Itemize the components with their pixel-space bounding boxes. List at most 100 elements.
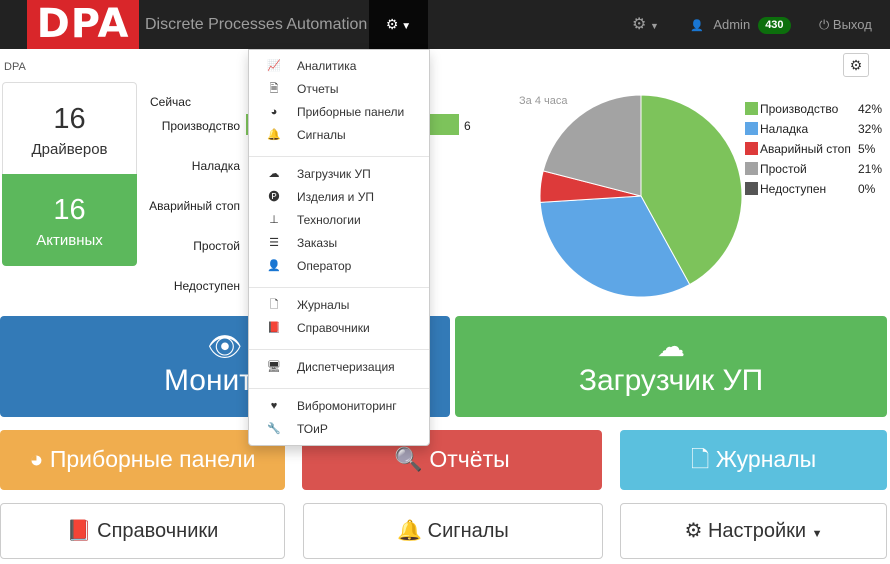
menu-item[interactable]: 🅟 Изделия и УП	[249, 186, 429, 209]
settings-tile[interactable]: ⚙ Настройки ▼	[620, 503, 887, 559]
now-label-unavailable: Недоступен	[173, 279, 240, 293]
bell-icon: 🔔	[267, 129, 281, 141]
menu-item[interactable]: ♥ Вибромониторинг	[249, 395, 429, 418]
menu-item[interactable]: 👤 Оператор	[249, 255, 429, 278]
apps-menu-toggle[interactable]: ⚙ ▼	[369, 0, 428, 49]
drivers-total-label: Драйверов	[31, 141, 108, 158]
menu-divider	[249, 287, 429, 288]
user-icon: 👤	[690, 20, 704, 32]
signals-tile[interactable]: 🔔 Сигналы	[303, 503, 603, 559]
breadcrumb[interactable]: DPA	[4, 61, 26, 73]
panels-label: Приборные панели	[49, 446, 256, 472]
legend-percent: 0%	[858, 182, 876, 196]
now-label-idle: Простой	[193, 239, 240, 253]
cloud-download-icon: ☁	[657, 331, 685, 362]
cogs-icon: ⚙	[385, 16, 399, 32]
menu-item[interactable]: 🔧 ТОиР	[249, 418, 429, 441]
legend-swatch	[745, 182, 758, 195]
menu-item[interactable]: ⊥ Технологии	[249, 209, 429, 232]
menu-item[interactable]: 📕 Справочники	[249, 317, 429, 340]
menu-item-label: Справочники	[297, 321, 370, 335]
gear-icon: ⚙	[632, 16, 647, 33]
logout-link[interactable]: ⏻ Выход	[819, 0, 872, 49]
dictionaries-tile[interactable]: 📕 Справочники	[0, 503, 285, 559]
dpa-logo[interactable]: DPA	[27, 0, 139, 49]
legend-percent: 42%	[858, 102, 883, 116]
now-label-production: Производство	[161, 119, 240, 133]
menu-divider	[249, 349, 429, 350]
legend-item: Наладка 32%	[745, 122, 882, 136]
monitor-icon: 🖥	[267, 361, 281, 373]
legend-percent: 21%	[858, 162, 883, 176]
brand-title[interactable]: Discrete Processes Automation	[145, 0, 367, 49]
caret-down-icon: ▼	[398, 21, 412, 32]
gear-icon: ⚙	[684, 520, 703, 542]
legend-label: Аварийный стоп	[760, 142, 851, 156]
legend-item: Недоступен 0%	[745, 182, 875, 196]
menu-item-label: Приборные панели	[297, 105, 405, 119]
book-icon: 📕	[267, 322, 281, 334]
file-text-icon: 🗋	[269, 299, 279, 311]
legend-item: Аварийный стоп 5%	[745, 142, 875, 156]
book-icon: 📕	[66, 520, 92, 542]
menu-divider	[249, 388, 429, 389]
apps-dropdown-menu: 📈 Аналитика 🗎 Отчеты ◕ Приборные панели 🔔 Сигна…	[248, 49, 430, 446]
now-label-setup: Наладка	[191, 159, 240, 173]
menu-item[interactable]: 🔔 Сигналы	[249, 124, 429, 147]
settings-menu-toggle[interactable]: ⚙ ▼	[632, 0, 659, 51]
product-icon: 🅟	[268, 191, 280, 203]
now-label-emergency: Аварийный стоп	[149, 199, 240, 213]
menu-item-label: Загрузчик УП	[297, 167, 371, 181]
power-icon: ⏻	[819, 17, 830, 32]
menu-item-label: Заказы	[297, 236, 338, 250]
legend-swatch	[745, 102, 758, 115]
pie-chart	[539, 94, 743, 298]
legend-item: Производство 42%	[745, 102, 882, 116]
signals-label: Сигналы	[427, 520, 509, 542]
legend-percent: 5%	[858, 142, 876, 156]
journals-tile[interactable]: 🗋 Журналы	[620, 430, 887, 490]
legend-swatch	[745, 142, 758, 155]
legend-label: Наладка	[760, 122, 809, 136]
list-icon: ☰	[269, 237, 279, 249]
caret-down-icon: ▼	[811, 528, 823, 540]
menu-item-label: ТОиР	[297, 422, 328, 436]
legend-label: Простой	[760, 162, 807, 176]
loader-tile[interactable]: ☁ Загрузчик УП	[455, 316, 887, 417]
legend-item: Простой 21%	[745, 162, 882, 176]
now-value-production: 6	[464, 119, 471, 133]
menu-item[interactable]: 📈 Аналитика	[249, 55, 429, 78]
menu-item[interactable]: ☰ Заказы	[249, 232, 429, 255]
menu-item[interactable]: 🗎 Отчеты	[249, 78, 429, 101]
menu-item[interactable]: 🖥 Диспетчеризация	[249, 356, 429, 379]
dashboard-icon: ◕	[29, 446, 44, 472]
user-icon: 👤	[267, 260, 281, 272]
dashboard-settings-button[interactable]: ⚙	[843, 53, 869, 77]
menu-item[interactable]: ◕ Приборные панели	[249, 101, 429, 124]
logout-label: Выход	[832, 17, 872, 32]
sitemap-icon: ⊥	[269, 214, 279, 226]
legend-swatch	[745, 122, 758, 135]
menu-item[interactable]: ☁ Загрузчик УП	[249, 163, 429, 186]
reports-label: Отчёты	[429, 446, 510, 472]
panels-tile[interactable]: ◕ Приборные панели	[0, 430, 285, 490]
menu-item[interactable]: 🗋 Журналы	[249, 294, 429, 317]
dashboard-icon: ◕	[270, 106, 278, 118]
menu-item-label: Вибромониторинг	[297, 399, 397, 413]
navbar: DPA Discrete Processes Automation ⚙ ▼ ⚙ …	[0, 0, 890, 49]
user-name: Admin	[713, 17, 751, 32]
journals-label: Журналы	[715, 446, 817, 472]
menu-item-label: Технологии	[297, 213, 361, 227]
menu-divider	[249, 156, 429, 157]
legend-label: Производство	[760, 102, 839, 116]
pdf-file-icon: 🗎	[269, 83, 279, 95]
line-chart-icon: 📈	[267, 60, 281, 72]
legend-label: Недоступен	[760, 182, 827, 196]
dictionaries-label: Справочники	[97, 520, 219, 542]
user-menu[interactable]: 👤 Admin 430	[690, 0, 791, 51]
heartbeat-icon: ♥	[270, 400, 278, 412]
menu-item-label: Диспетчеризация	[297, 360, 395, 374]
cloud-download-icon: ☁	[268, 168, 280, 180]
caret-down-icon: ▼	[649, 21, 659, 31]
menu-item-label: Изделия и УП	[297, 190, 374, 204]
